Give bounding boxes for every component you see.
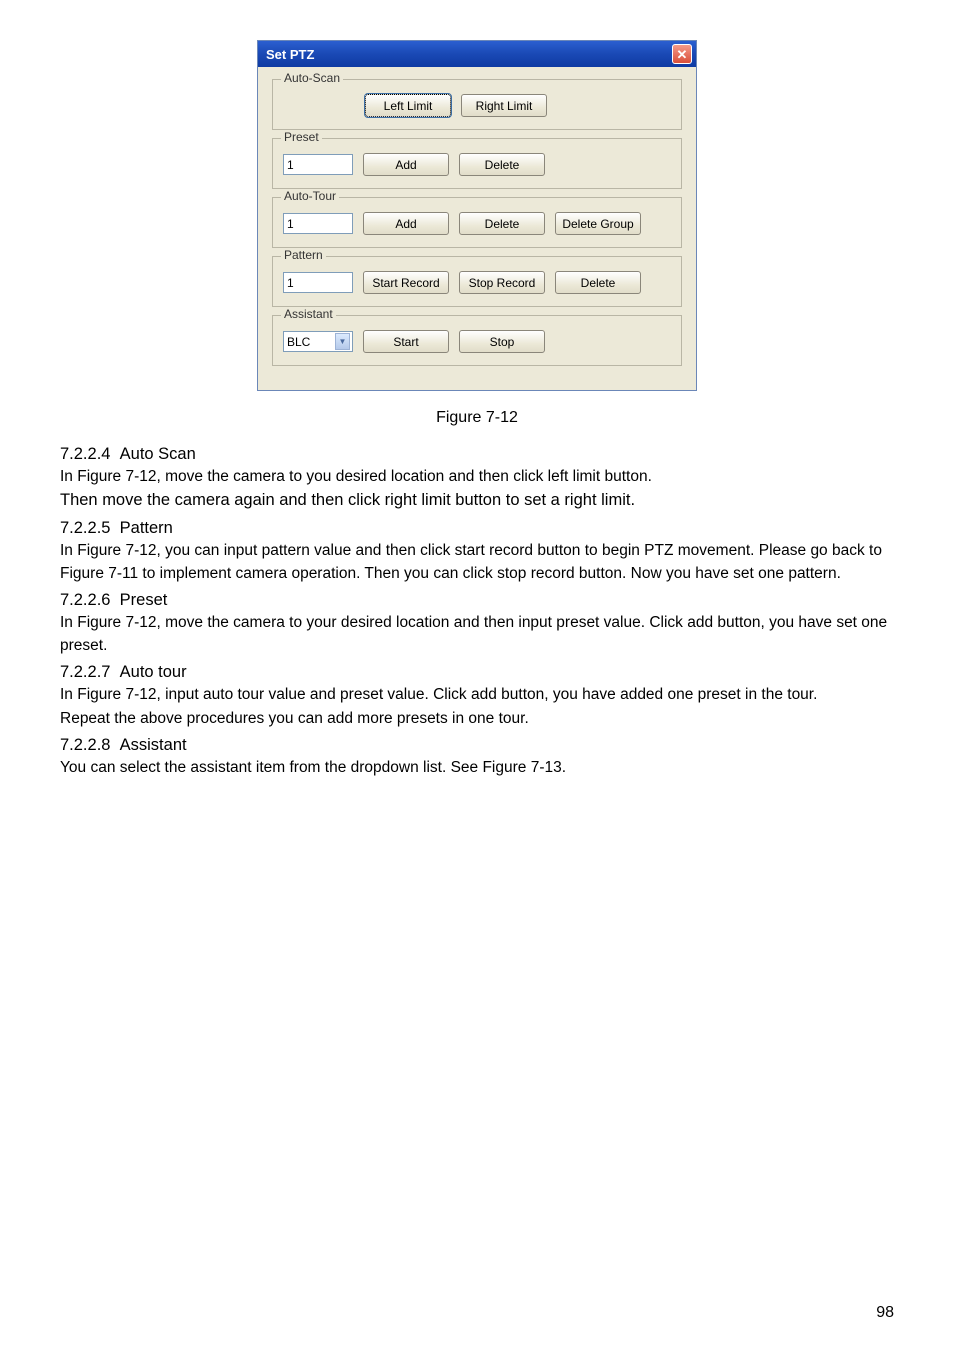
auto-tour-input[interactable] (283, 213, 353, 234)
pattern-legend: Pattern (281, 248, 326, 262)
pattern-delete-button[interactable]: Delete (555, 271, 641, 294)
body-text: In Figure 7-12, input auto tour value an… (60, 684, 894, 706)
preset-input[interactable] (283, 154, 353, 175)
assistant-group: Assistant BLC ▼ Start Stop (272, 315, 682, 366)
auto-scan-legend: Auto-Scan (281, 71, 343, 85)
section-heading-pattern: 7.2.2.5 Pattern (60, 519, 894, 538)
preset-delete-button[interactable]: Delete (459, 153, 545, 176)
assistant-stop-button[interactable]: Stop (459, 330, 545, 353)
auto-tour-delete-group-button[interactable]: Delete Group (555, 212, 641, 235)
assistant-start-button[interactable]: Start (363, 330, 449, 353)
chevron-down-icon: ▼ (335, 333, 350, 350)
body-text: Then move the camera again and then clic… (60, 489, 894, 513)
body-text: You can select the assistant item from t… (60, 757, 894, 779)
assistant-legend: Assistant (281, 307, 336, 321)
pattern-group: Pattern Start Record Stop Record Delete (272, 256, 682, 307)
set-ptz-dialog: Set PTZ ✕ Auto-Scan Left Limit Right Lim… (257, 40, 697, 391)
assistant-select[interactable]: BLC ▼ (283, 331, 353, 352)
auto-tour-add-button[interactable]: Add (363, 212, 449, 235)
body-text: In Figure 7-12, you can input pattern va… (60, 540, 894, 585)
auto-tour-group: Auto-Tour Add Delete Delete Group (272, 197, 682, 248)
auto-scan-group: Auto-Scan Left Limit Right Limit (272, 79, 682, 130)
body-text: In Figure 7-12, move the camera to you d… (60, 466, 894, 488)
close-button[interactable]: ✕ (672, 44, 692, 64)
preset-legend: Preset (281, 130, 322, 144)
figure-caption: Figure 7-12 (60, 409, 894, 427)
body-text: Repeat the above procedures you can add … (60, 708, 894, 730)
auto-tour-delete-button[interactable]: Delete (459, 212, 545, 235)
body-text: In Figure 7-12, move the camera to your … (60, 612, 894, 657)
section-heading-autoscan: 7.2.2.4 Auto Scan (60, 445, 894, 464)
assistant-select-value: BLC (287, 335, 310, 349)
preset-group: Preset Add Delete (272, 138, 682, 189)
left-limit-button[interactable]: Left Limit (365, 94, 451, 117)
dialog-title: Set PTZ (266, 47, 314, 62)
stop-record-button[interactable]: Stop Record (459, 271, 545, 294)
auto-tour-legend: Auto-Tour (281, 189, 339, 203)
section-heading-preset: 7.2.2.6 Preset (60, 591, 894, 610)
close-icon: ✕ (677, 48, 688, 61)
pattern-input[interactable] (283, 272, 353, 293)
preset-add-button[interactable]: Add (363, 153, 449, 176)
start-record-button[interactable]: Start Record (363, 271, 449, 294)
page-number: 98 (876, 1304, 894, 1322)
section-heading-assistant: 7.2.2.8 Assistant (60, 736, 894, 755)
section-heading-autotour: 7.2.2.7 Auto tour (60, 663, 894, 682)
titlebar: Set PTZ ✕ (258, 41, 696, 67)
right-limit-button[interactable]: Right Limit (461, 94, 547, 117)
